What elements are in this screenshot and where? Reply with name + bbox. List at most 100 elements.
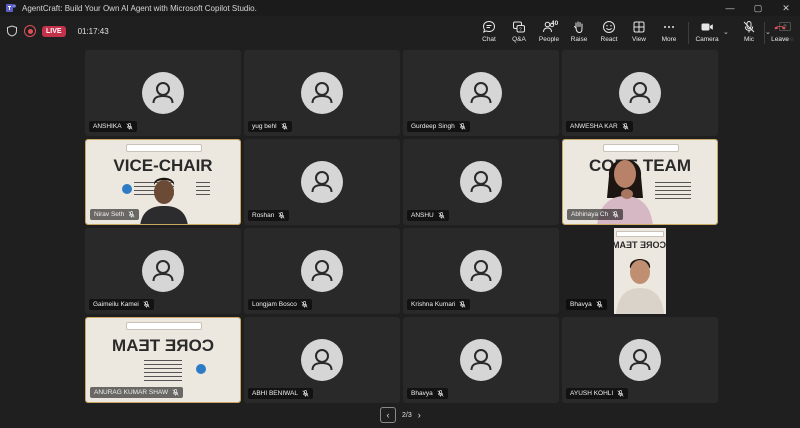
participant-video-tile[interactable]: CORE TEAM Abhinaya Ch <box>562 139 718 225</box>
react-button[interactable]: React <box>594 20 624 43</box>
mic-muted-icon <box>278 212 285 219</box>
camera-label: Camera <box>695 36 719 43</box>
participant-tile[interactable]: Krishna Kumari <box>403 228 559 314</box>
shield-icon[interactable] <box>6 25 18 37</box>
background-slide-title: CORE TEAM <box>112 336 214 355</box>
participant-video-tile[interactable]: CORE TEAM ANURAG KUMAR SHAW <box>85 317 241 403</box>
qa-label: Q&A <box>512 36 526 43</box>
participant-name: ANSHU <box>411 212 434 219</box>
participant-tile[interactable]: Longjam Bosco <box>244 228 400 314</box>
mic-muted-icon <box>437 390 444 397</box>
participant-nametag: ANURAG KUMAR SHAW <box>90 387 184 398</box>
more-button[interactable]: More <box>654 20 684 43</box>
participant-nametag: AYUSH KOHLI <box>566 388 629 399</box>
mic-muted-icon <box>617 390 624 397</box>
mic-muted-icon <box>281 123 288 130</box>
mic-muted-icon <box>301 301 308 308</box>
background-slide-title: CORE TEAM <box>614 240 666 250</box>
participant-tile[interactable]: Bhavya <box>403 317 559 403</box>
participant-name: ANURAG KUMAR SHAW <box>94 389 169 396</box>
title-bar: AgentCraft: Build Your Own AI Agent with… <box>0 0 800 16</box>
portrait-video-feed: CORE TEAM <box>614 228 666 314</box>
participant-name: Roshan <box>252 212 275 219</box>
participant-name: ANWESHA KAR <box>570 123 618 130</box>
mic-muted-icon <box>143 301 150 308</box>
live-badge: LIVE <box>42 25 66 37</box>
participant-tile[interactable]: Roshan <box>244 139 400 225</box>
gallery-pager: ‹ 2/3 › <box>380 407 421 423</box>
participant-nametag: Abhinaya Ch <box>567 209 624 220</box>
raise-hand-button[interactable]: Raise <box>564 20 594 43</box>
participant-nametag: Nirav Seth <box>90 209 140 220</box>
view-label: View <box>632 36 646 43</box>
view-button[interactable]: View <box>624 20 654 43</box>
more-label: More <box>661 36 677 43</box>
participant-name: Bhavya <box>570 301 592 308</box>
participant-tile[interactable]: ANWESHA KAR <box>562 50 718 136</box>
window-title: AgentCraft: Build Your Own AI Agent with… <box>22 3 257 13</box>
meeting-timer: 01:17:43 <box>77 26 109 36</box>
avatar-placeholder-icon <box>301 250 343 292</box>
participant-nametag: Longjam Bosco <box>248 299 312 310</box>
camera-button[interactable]: Camera <box>692 20 722 43</box>
hang-up-icon <box>774 26 786 30</box>
mic-muted-icon <box>172 389 179 396</box>
avatar-placeholder-icon <box>619 339 661 381</box>
mic-off-icon <box>743 21 755 33</box>
participant-nametag: Krishna Kumari <box>407 299 471 310</box>
participant-tile[interactable]: AYUSH KOHLI <box>562 317 718 403</box>
participant-tile[interactable]: ANSHIKA <box>85 50 241 136</box>
mic-muted-icon <box>459 301 466 308</box>
mic-muted-icon <box>459 123 466 130</box>
recording-icon[interactable] <box>24 25 36 37</box>
participant-tile[interactable]: Gaimeilu Kamei <box>85 228 241 314</box>
participant-nametag: Roshan <box>248 210 290 221</box>
close-button[interactable]: ✕ <box>772 0 800 16</box>
raise-hand-icon <box>574 21 583 34</box>
chat-button[interactable]: Chat <box>474 20 504 43</box>
mic-muted-icon <box>596 301 603 308</box>
participant-name: Gaimeilu Kamei <box>93 301 139 308</box>
avatar-placeholder-icon <box>460 161 502 203</box>
participant-video-tile[interactable]: VICE-CHAIR Nirav Seth <box>85 139 241 225</box>
camera-options-chevron-down-icon[interactable]: ⌄ <box>723 28 729 36</box>
camera-icon <box>701 23 713 31</box>
background-text-block <box>144 360 182 382</box>
maximize-button[interactable]: ▢ <box>744 0 772 16</box>
raise-label: Raise <box>570 36 588 43</box>
participant-nametag: ANWESHA KAR <box>566 121 633 132</box>
chat-label: Chat <box>482 36 496 43</box>
avatar-placeholder-icon <box>460 250 502 292</box>
participant-name: ANSHIKA <box>93 123 122 130</box>
qa-icon: ? <box>513 21 525 33</box>
mic-muted-icon <box>302 390 309 397</box>
participant-video-tile[interactable]: CORE TEAM Bhavya <box>562 228 718 314</box>
people-button[interactable]: 40 People <box>534 20 564 43</box>
leave-button[interactable]: Leave <box>766 20 794 43</box>
toolbar-actions: Chat ? Q&A 40 People Raise React View Mo… <box>420 16 800 50</box>
react-label: React <box>600 36 618 43</box>
avatar-placeholder-icon <box>301 339 343 381</box>
qa-button[interactable]: ? Q&A <box>504 20 534 43</box>
participant-name: AYUSH KOHLI <box>570 390 614 397</box>
participant-name: Longjam Bosco <box>252 301 297 308</box>
previous-page-button[interactable]: ‹ <box>380 407 396 423</box>
people-label: People <box>538 36 560 43</box>
participant-tile[interactable]: ANSHU <box>403 139 559 225</box>
participant-nametag: Bhavya <box>407 388 448 399</box>
participant-name: ABHI BENIWAL <box>252 390 298 397</box>
next-page-button[interactable]: › <box>418 410 421 420</box>
chat-icon <box>482 20 496 33</box>
participant-tile[interactable]: Gurdeep Singh <box>403 50 559 136</box>
participant-tile[interactable]: yug behl <box>244 50 400 136</box>
avatar-placeholder-icon <box>460 72 502 114</box>
participant-tile[interactable]: ABHI BENIWAL <box>244 317 400 403</box>
window-controls: — ▢ ✕ <box>716 0 800 16</box>
mic-label: Mic <box>743 36 755 43</box>
mic-muted-icon <box>126 123 133 130</box>
minimize-button[interactable]: — <box>716 0 744 16</box>
background-text-block <box>655 182 691 202</box>
avatar-placeholder-icon <box>301 161 343 203</box>
mic-button[interactable]: Mic <box>734 20 764 43</box>
avatar-placeholder-icon <box>460 339 502 381</box>
